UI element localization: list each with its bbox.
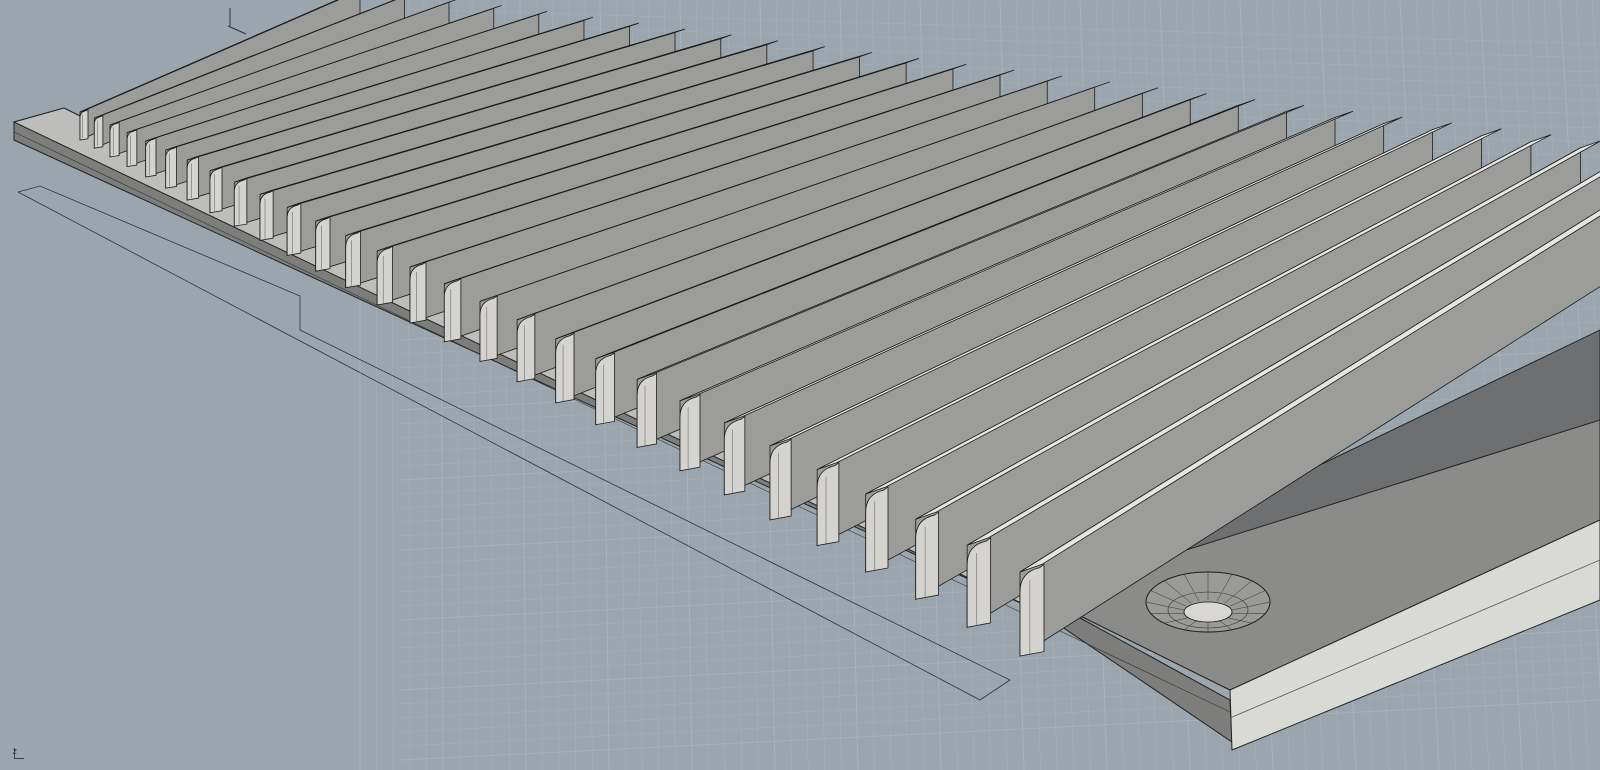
fin-nose bbox=[443, 277, 462, 343]
fin-nose bbox=[479, 295, 498, 362]
fin-nose bbox=[145, 137, 157, 178]
top-axis-gizmo bbox=[227, 8, 247, 35]
fin-nose bbox=[259, 189, 274, 241]
fin-nose bbox=[186, 156, 199, 201]
rhino-perspective-viewport[interactable]: z bbox=[0, 0, 1600, 770]
hole-bore bbox=[1183, 601, 1233, 623]
fin-nose bbox=[769, 438, 792, 521]
fin-nose bbox=[865, 486, 889, 573]
fin-nose bbox=[723, 415, 746, 496]
fin-nose bbox=[409, 261, 427, 324]
fin-nose bbox=[109, 121, 120, 158]
fin-nose bbox=[209, 166, 223, 214]
fin-nose bbox=[816, 461, 840, 547]
fin-nose bbox=[966, 536, 991, 628]
fin-nose bbox=[79, 109, 89, 141]
countersunk-hole[interactable] bbox=[1145, 571, 1271, 633]
viewport-scene[interactable] bbox=[0, 0, 1600, 770]
fin-nose bbox=[286, 202, 302, 256]
gizmo-axis bbox=[227, 25, 247, 35]
fin-nose bbox=[126, 129, 138, 168]
fin-nose bbox=[636, 372, 657, 448]
axis-icon bbox=[14, 758, 24, 759]
fin-nose bbox=[165, 146, 177, 189]
fin-nose bbox=[516, 313, 536, 383]
fin-nose bbox=[315, 216, 331, 272]
fin-nose bbox=[233, 177, 248, 227]
fin-nose bbox=[679, 393, 701, 472]
fin-nose bbox=[376, 245, 393, 306]
fin-nose bbox=[345, 230, 361, 289]
fin-nose bbox=[555, 332, 575, 404]
axis-icon bbox=[14, 748, 15, 759]
fin-nose bbox=[93, 115, 104, 149]
fin-nose bbox=[915, 511, 939, 600]
fin-nose bbox=[1019, 563, 1045, 657]
fin-nose bbox=[595, 352, 615, 426]
